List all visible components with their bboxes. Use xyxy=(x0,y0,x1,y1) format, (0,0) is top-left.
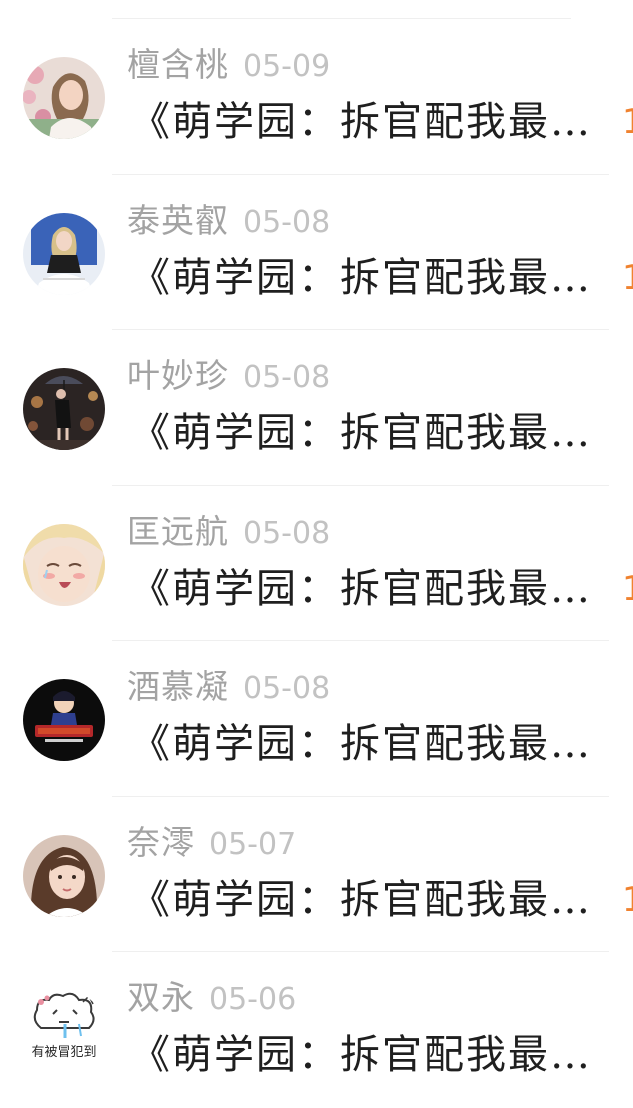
count-badge: 1 xyxy=(622,257,633,298)
list-item[interactable]: 泰英叡 05-08 《萌学园：拆官配我最行》 1 xyxy=(0,175,633,330)
list-item[interactable]: 叶妙珍 05-08 《萌学园：拆官配我最行》 xyxy=(0,330,633,486)
sticker-caption: 有被冒犯到 xyxy=(31,1045,97,1060)
avatar[interactable] xyxy=(23,57,105,139)
count-badge: 1 xyxy=(622,879,633,920)
count-badge: 1 xyxy=(622,568,633,609)
comment-list: 檀含桃 05-09 《萌学园：拆官配我最行》 1 泰英叡 05-08 《萌学园：拆官… xyxy=(0,19,633,1108)
commenter-name[interactable]: 叶妙珍 xyxy=(127,356,229,395)
comment-date: 05-06 xyxy=(209,982,297,1017)
avatar[interactable] xyxy=(23,834,105,917)
list-item[interactable]: 檀含桃 05-09 《萌学园：拆官配我最行》 1 xyxy=(0,19,633,175)
book-title-link[interactable]: 《萌学园：拆官配我最行》 xyxy=(130,717,610,771)
count-badge: 1 xyxy=(622,102,633,142)
commenter-name[interactable]: 酒慕凝 xyxy=(127,667,229,706)
avatar-anime-girl-crying-icon xyxy=(23,523,105,606)
commenter-name[interactable]: 双永 xyxy=(127,978,195,1017)
comment-date: 05-07 xyxy=(209,826,297,862)
comment-date: 05-09 xyxy=(243,49,331,84)
avatar[interactable] xyxy=(23,679,105,761)
book-title-link[interactable]: 《萌学园：拆官配我最行》 xyxy=(130,562,610,616)
commenter-name[interactable]: 檀含桃 xyxy=(127,45,229,84)
commenter-name[interactable]: 奈澪 xyxy=(127,823,195,862)
avatar-girl-flowers-icon xyxy=(23,57,105,139)
book-title-link[interactable]: 《萌学园：拆官配我最行》 xyxy=(130,873,610,927)
comment-date: 05-08 xyxy=(243,515,331,551)
list-item[interactable]: 酒慕凝 05-08 《萌学园：拆官配我最行》 xyxy=(0,641,633,797)
list-item[interactable]: 匡远航 05-08 《萌学园：拆官配我最行》 1 xyxy=(0,486,633,641)
comment-date: 05-08 xyxy=(243,204,331,240)
avatar-umbrella-night-icon xyxy=(23,368,105,450)
commenter-name[interactable]: 泰英叡 xyxy=(127,201,229,240)
avatar-girl-portrait-icon xyxy=(23,834,105,917)
avatar[interactable] xyxy=(23,368,105,450)
book-title-link[interactable]: 《萌学园：拆官配我最行》 xyxy=(130,251,610,305)
book-title-link[interactable]: 《萌学园：拆官配我最行》 xyxy=(130,1028,610,1082)
comment-date: 05-08 xyxy=(243,671,331,706)
avatar-detective-logo-icon xyxy=(23,679,105,761)
avatar[interactable] xyxy=(23,212,105,295)
comment-date: 05-08 xyxy=(243,360,331,395)
commenter-name[interactable]: 匡远航 xyxy=(127,512,229,551)
list-item[interactable]: 有被冒犯到 双永 05-06 《萌学园：拆官配我最行》 xyxy=(0,952,633,1108)
book-title-link[interactable]: 《萌学园：拆官配我最行》 xyxy=(130,95,610,149)
list-item[interactable]: 奈澪 05-07 《萌学园：拆官配我最行》 1 xyxy=(0,797,633,952)
avatar[interactable]: 有被冒犯到 xyxy=(23,990,105,1072)
avatar[interactable] xyxy=(23,523,105,606)
book-title-link[interactable]: 《萌学园：拆官配我最行》 xyxy=(130,406,610,460)
avatar-girl-blue-backdrop-icon xyxy=(23,212,105,295)
